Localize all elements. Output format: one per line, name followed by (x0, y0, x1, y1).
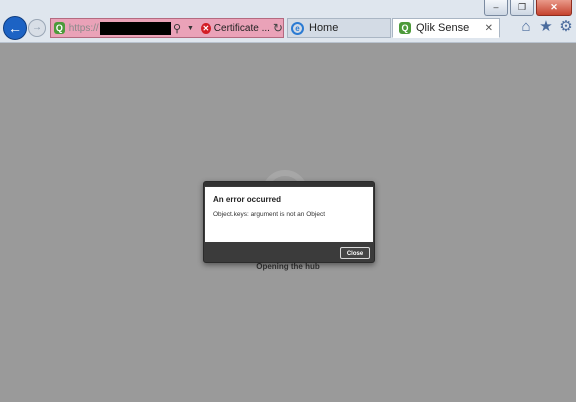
forward-button[interactable]: → (28, 19, 46, 37)
qlik-favicon-icon: Q (399, 22, 411, 34)
gear-icon[interactable]: ⚙ (557, 18, 575, 36)
tab-qlik-sense[interactable]: Q Qlik Sense ✕ (392, 18, 500, 38)
chevron-down-icon[interactable]: ▼ (187, 25, 194, 32)
arrow-right-icon: → (32, 22, 42, 33)
loading-text: Opening the hub (256, 262, 320, 271)
tab-label: Home (309, 22, 339, 34)
certificate-error-label[interactable]: Certificate ... (214, 23, 270, 34)
maximize-button[interactable]: ❐ (510, 0, 534, 16)
error-dialog: An error occurred Object.keys: argument … (203, 181, 375, 263)
qlik-favicon-icon: Q (54, 22, 65, 34)
ie-icon: e (291, 21, 304, 35)
dialog-message: Object.keys: argument is not an Object (213, 211, 325, 218)
minimize-button[interactable]: – (484, 0, 508, 16)
close-icon[interactable]: ✕ (485, 23, 493, 34)
window-controls: – ❐ ✕ (482, 0, 572, 16)
dialog-title: An error occurred (213, 195, 282, 204)
back-button[interactable]: ← (3, 16, 27, 40)
tab-home[interactable]: e Home (287, 18, 391, 38)
refresh-icon[interactable]: ↻ (273, 21, 283, 35)
toolbar-icons: ⌂ ★ ⚙ (517, 18, 576, 36)
address-bar[interactable]: Q https:// ⚲ ▼ ✕ Certificate ... ↻ (50, 18, 284, 38)
close-window-button[interactable]: ✕ (536, 0, 572, 16)
browser-chrome: – ❐ ✕ ← → Q https:// ⚲ ▼ ✕ Certificate .… (0, 0, 576, 43)
home-icon[interactable]: ⌂ (517, 18, 535, 36)
url-text[interactable]: https:// (69, 23, 99, 34)
star-icon[interactable]: ★ (537, 18, 555, 36)
search-icon[interactable]: ⚲ (173, 22, 181, 35)
redacted-url (99, 21, 171, 35)
certificate-error-icon[interactable]: ✕ (200, 22, 211, 34)
close-button[interactable]: Close (340, 247, 370, 259)
dialog-body: An error occurred Object.keys: argument … (205, 187, 373, 242)
dialog-header (204, 182, 374, 186)
tab-label: Qlik Sense (416, 22, 470, 34)
arrow-left-icon: ← (8, 20, 22, 36)
